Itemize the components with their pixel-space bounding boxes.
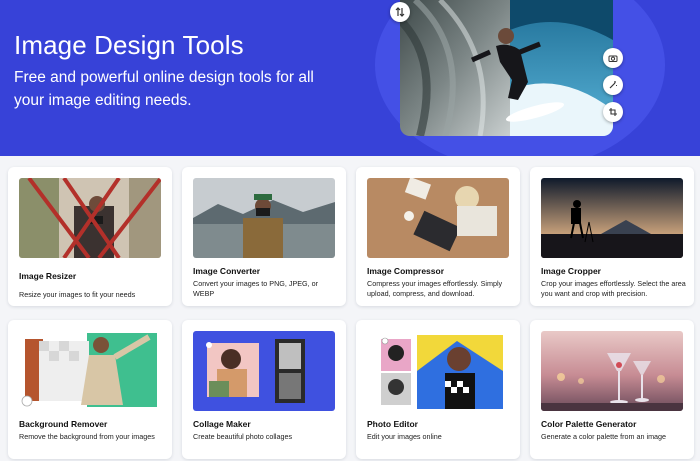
hero-surfer-image xyxy=(400,0,613,136)
camera-icon[interactable] xyxy=(603,48,623,68)
card-description: Remove the background from your images xyxy=(19,432,155,441)
card-title: Image Cropper xyxy=(541,266,601,276)
tool-card-image-converter[interactable]: Image Converter Convert your images to P… xyxy=(182,167,346,306)
tool-card-image-compressor[interactable]: Image Compressor Compress your images ef… xyxy=(356,167,520,306)
magic-wand-icon[interactable] xyxy=(603,75,623,95)
image-cropper-thumbnail xyxy=(541,178,683,258)
card-description: Crop your images effortlessly. Select th… xyxy=(541,279,686,298)
tool-card-image-resizer[interactable]: Image Resizer Resize your images to fit … xyxy=(8,167,172,306)
tool-card-image-cropper[interactable]: Image Cropper Crop your images effortles… xyxy=(530,167,694,306)
card-description: Resize your images to fit your needs xyxy=(19,290,136,299)
image-resizer-thumbnail xyxy=(19,178,161,258)
card-title: Image Compressor xyxy=(367,266,444,276)
sort-swap-icon[interactable] xyxy=(390,2,410,22)
card-description: Create beautiful photo collages xyxy=(193,432,293,441)
page-subtitle: Free and powerful online design tools fo… xyxy=(14,69,314,109)
background-remover-thumbnail xyxy=(19,331,161,411)
card-description: Edit your images online xyxy=(367,432,442,441)
photo-editor-thumbnail xyxy=(367,331,509,411)
tool-card-collage-maker[interactable]: Collage Maker Create beautiful photo col… xyxy=(182,320,346,459)
card-title: Image Converter xyxy=(193,266,261,276)
image-compressor-thumbnail xyxy=(367,178,509,258)
card-title: Image Resizer xyxy=(19,271,77,281)
card-title: Background Remover xyxy=(19,419,108,429)
card-title: Color Palette Generator xyxy=(541,419,637,429)
card-description: Convert your images to PNG, JPEG, or WEB… xyxy=(193,279,319,298)
tool-card-color-palette-generator[interactable]: Color Palette Generator Generate a color… xyxy=(530,320,694,459)
color-palette-thumbnail xyxy=(541,331,683,411)
hero-banner: Image Design Tools Free and powerful onl… xyxy=(0,0,700,156)
image-converter-thumbnail xyxy=(193,178,335,258)
card-description: Compress your images effortlessly. Simpl… xyxy=(367,279,503,298)
card-title: Collage Maker xyxy=(193,419,251,429)
card-title: Photo Editor xyxy=(367,419,418,429)
card-description: Generate a color palette from an image xyxy=(541,432,667,441)
collage-maker-thumbnail xyxy=(193,331,335,411)
tool-card-photo-editor[interactable]: Photo Editor Edit your images online xyxy=(356,320,520,459)
tool-card-background-remover[interactable]: Background Remover Remove the background… xyxy=(8,320,172,459)
page-title: Image Design Tools xyxy=(14,30,244,60)
crop-icon[interactable] xyxy=(603,102,623,122)
